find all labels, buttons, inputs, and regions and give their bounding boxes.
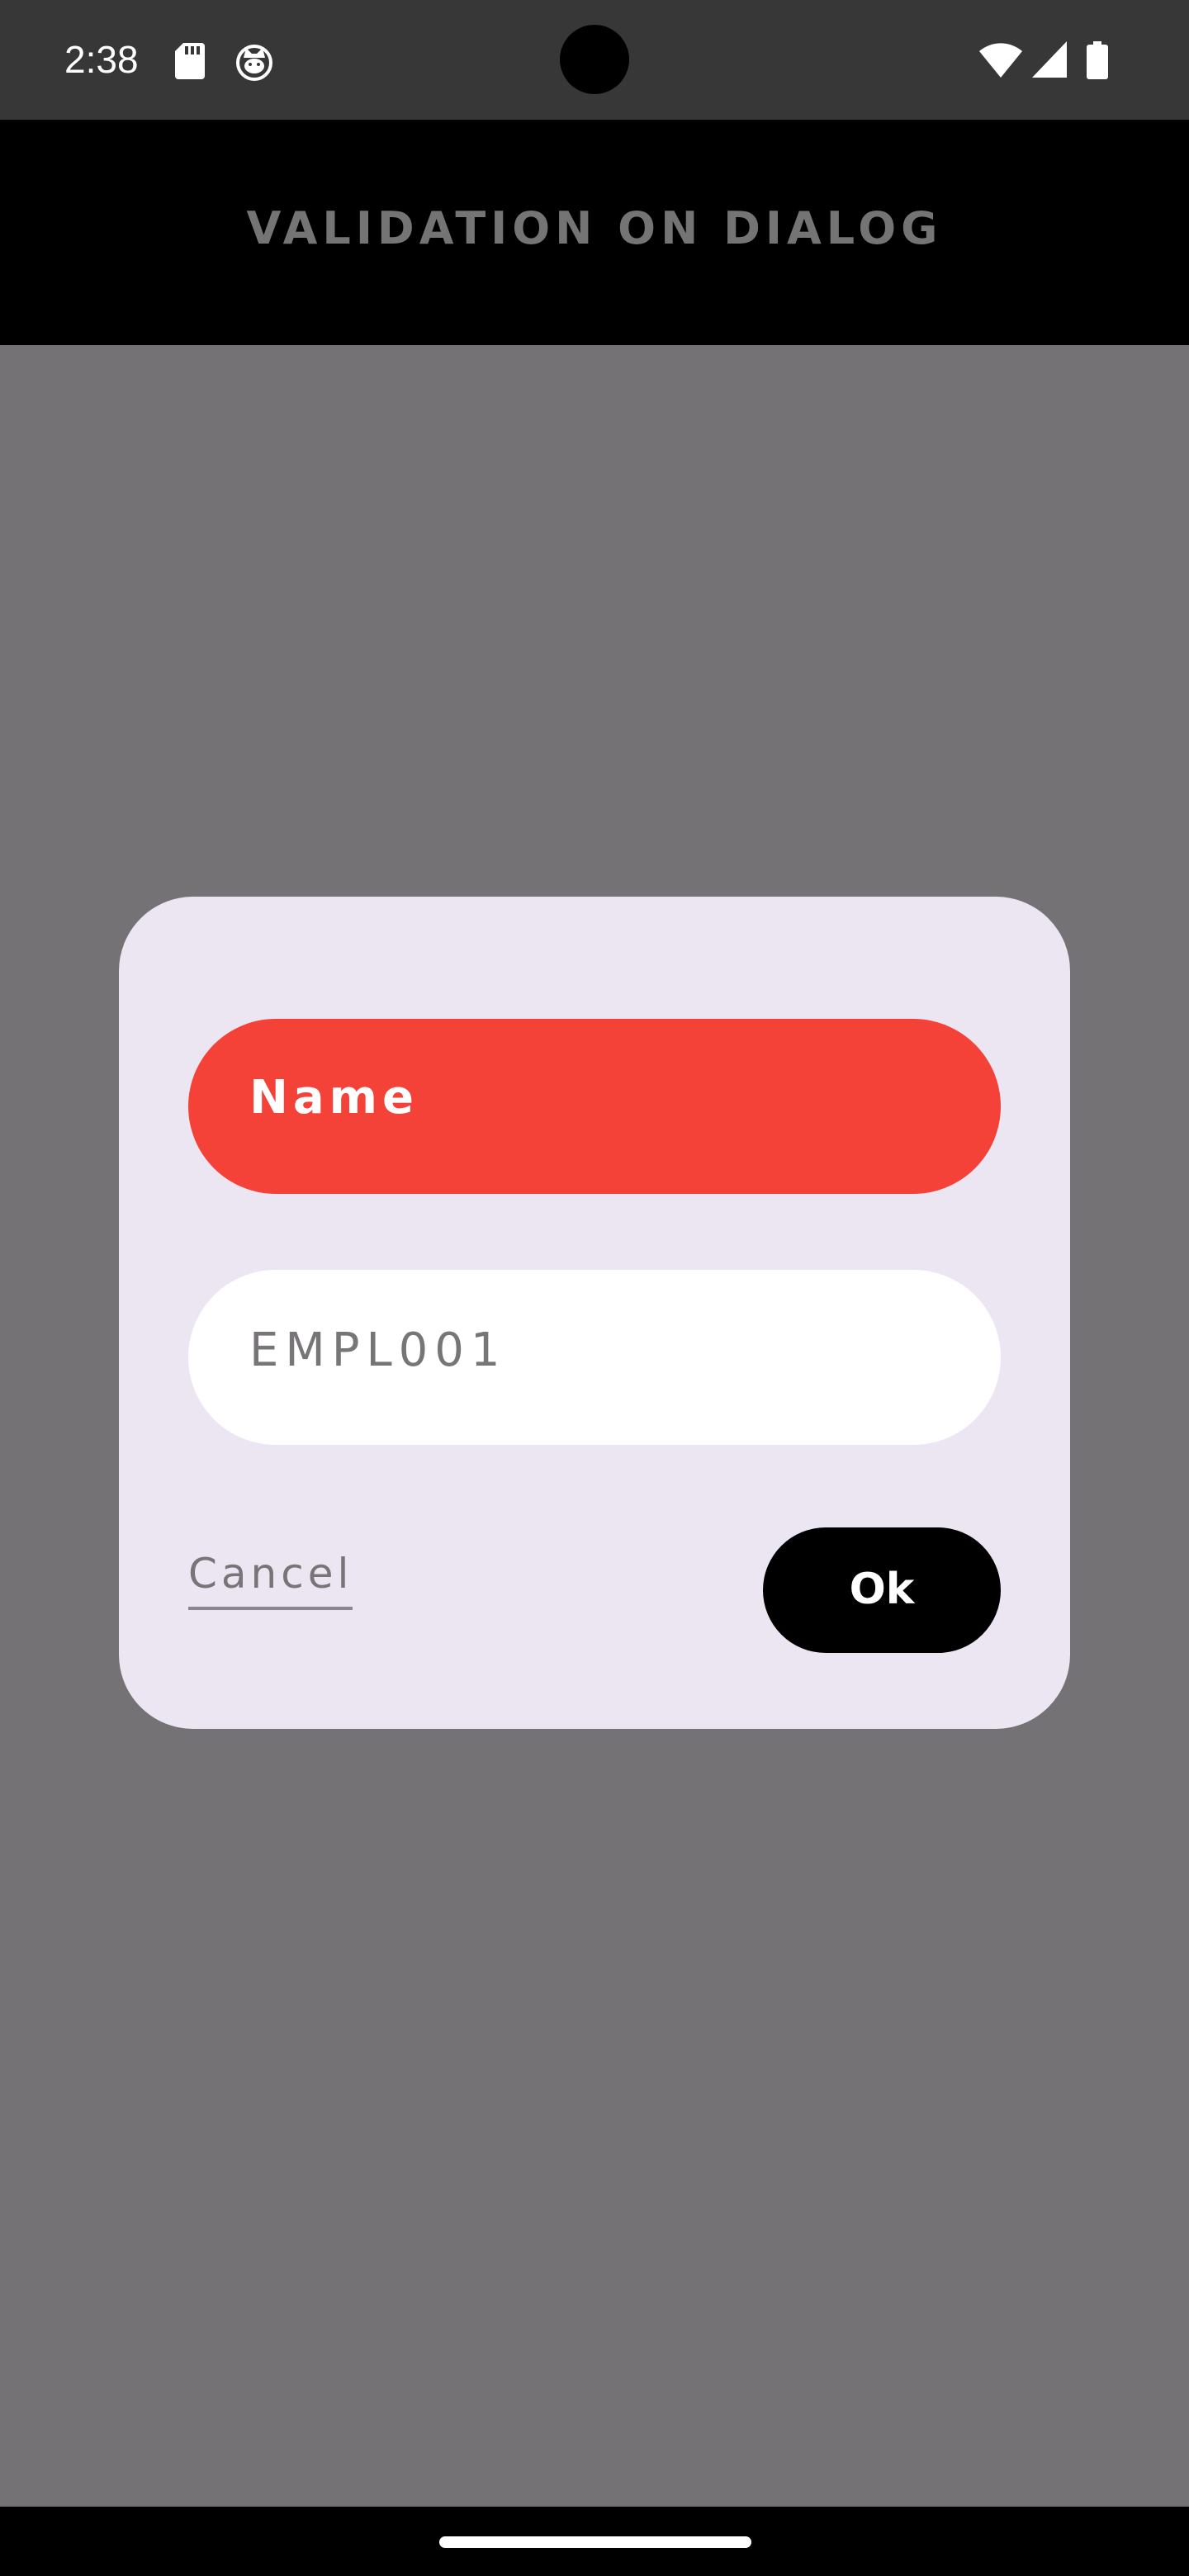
navigation-bar (0, 2507, 1189, 2576)
cat-icon (236, 45, 272, 81)
validation-dialog: Name EMPL001 Cancel Ok (119, 897, 1070, 1729)
employee-id-field[interactable]: EMPL001 (188, 1270, 1001, 1445)
app-title: VALIDATION ON DIALOG (246, 202, 943, 254)
cancel-button-label: Cancel (188, 1549, 353, 1610)
ok-button-label: Ok (849, 1565, 915, 1614)
status-time: 2:38 (64, 38, 139, 81)
cellular-signal-icon (1032, 41, 1067, 78)
wifi-icon (979, 43, 1022, 78)
employee-id-value: EMPL001 (249, 1324, 507, 1377)
cancel-button[interactable]: Cancel (188, 1549, 353, 1610)
status-bar: 2:38 (0, 0, 1189, 120)
ok-button[interactable]: Ok (763, 1527, 1001, 1653)
camera-cutout (560, 25, 629, 94)
name-field[interactable]: Name (188, 1019, 1001, 1194)
sd-card-icon (175, 43, 205, 79)
battery-icon (1087, 41, 1108, 79)
app-bar: VALIDATION ON DIALOG (0, 120, 1189, 345)
name-field-placeholder: Name (249, 1071, 419, 1125)
home-gesture-handle[interactable] (439, 2536, 751, 2548)
